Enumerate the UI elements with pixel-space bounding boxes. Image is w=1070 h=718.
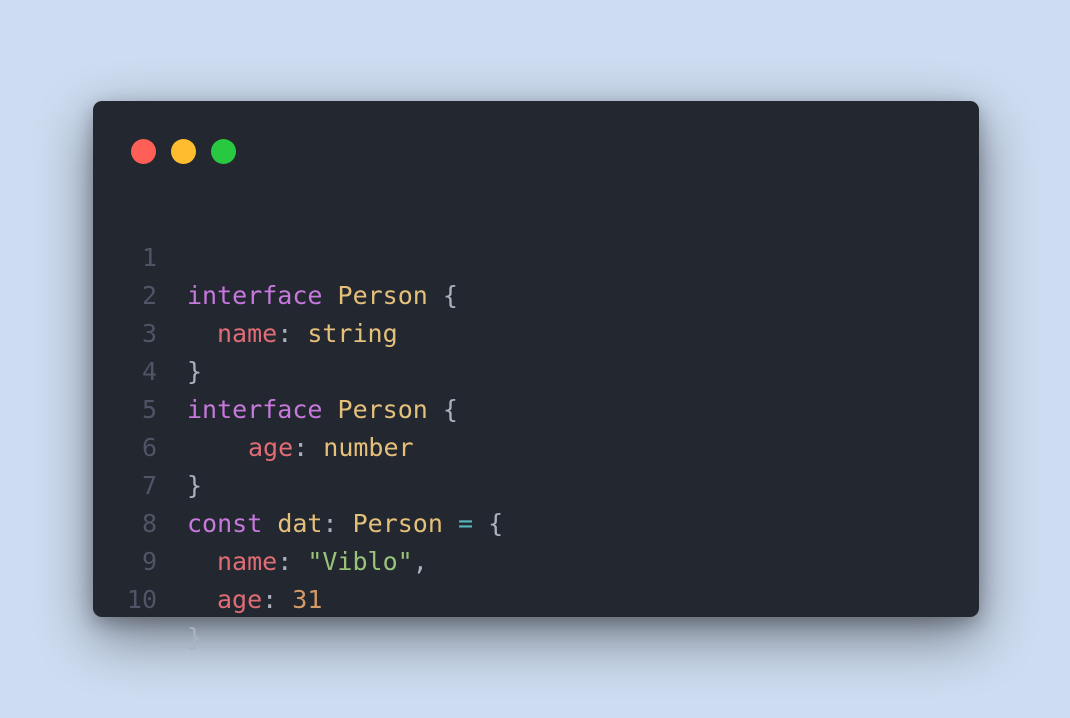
code-line: 6 } bbox=[93, 391, 979, 500]
code-block: 1 interface Person { 2 name: string 3 } … bbox=[93, 201, 979, 652]
code-text: age: 31 bbox=[187, 581, 322, 619]
code-token: age bbox=[217, 585, 263, 614]
code-line: 5 age: number bbox=[93, 353, 979, 462]
code-line: 3 } bbox=[93, 277, 979, 386]
close-dot-icon[interactable] bbox=[131, 139, 156, 164]
code-line: 1 interface Person { bbox=[93, 201, 979, 310]
code-line: 9 age: 31 bbox=[93, 505, 979, 614]
maximize-dot-icon[interactable] bbox=[211, 139, 236, 164]
code-window: 1 interface Person { 2 name: string 3 } … bbox=[93, 101, 979, 652]
code-line: 4 interface Person { bbox=[93, 315, 979, 424]
code-line: 2 name: string bbox=[93, 239, 979, 348]
code-text: } bbox=[187, 619, 202, 657]
minimize-dot-icon[interactable] bbox=[171, 139, 196, 164]
code-token: : bbox=[262, 585, 293, 614]
code-token: 31 bbox=[292, 585, 323, 614]
code-token: } bbox=[187, 623, 203, 652]
code-line: 8 name: "Viblo", bbox=[93, 467, 979, 576]
code-line: 10 } bbox=[93, 543, 979, 652]
line-number: 10 bbox=[126, 585, 157, 614]
code-line: 7 const dat: Person = { bbox=[93, 429, 979, 538]
window-controls bbox=[131, 139, 236, 164]
